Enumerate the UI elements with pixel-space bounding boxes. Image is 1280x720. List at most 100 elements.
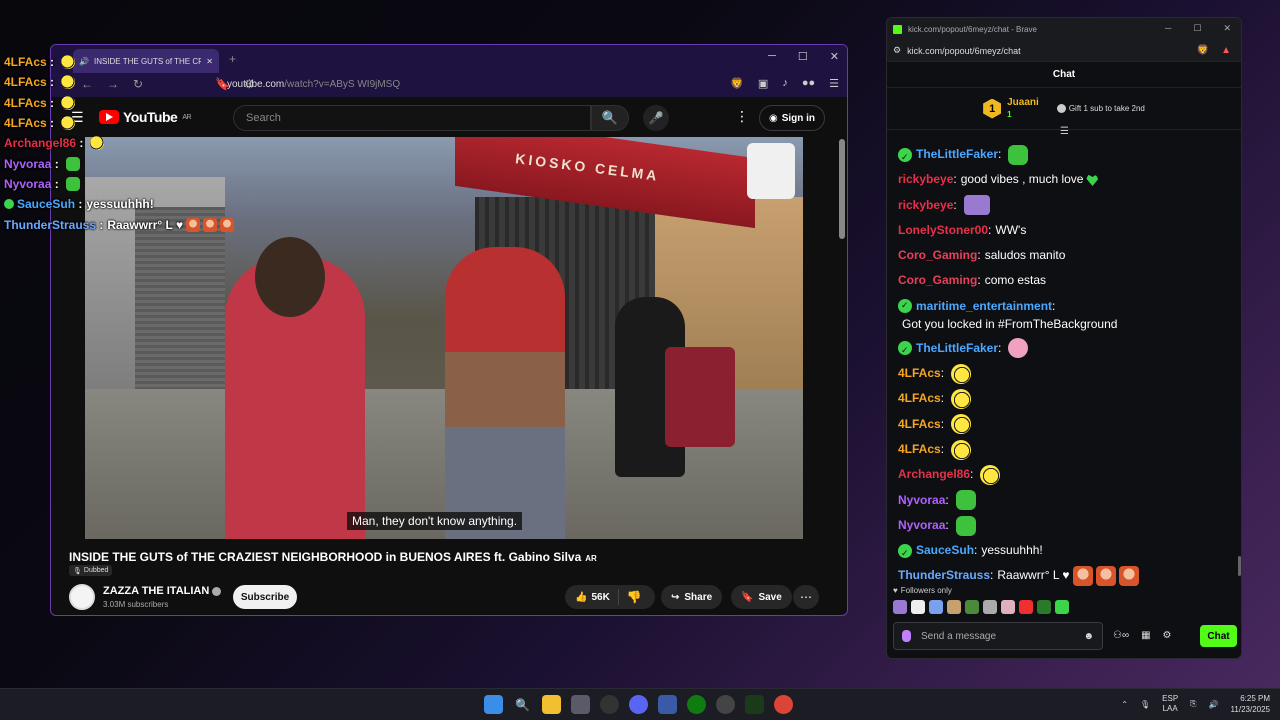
share-button[interactable]: ↪ Share: [661, 585, 723, 609]
obs-icon[interactable]: [716, 695, 735, 714]
brave-rewards-icon[interactable]: ▲: [1221, 45, 1231, 56]
emote-icon[interactable]: [1055, 600, 1069, 614]
kick-url[interactable]: kick.com/popout/6meyz/chat: [907, 46, 1021, 56]
chat-scrollbar[interactable]: [1238, 556, 1241, 576]
more-actions-button[interactable]: ⋯: [793, 585, 819, 609]
emote-icon[interactable]: [911, 600, 925, 614]
chrome-icon[interactable]: [774, 695, 793, 714]
chat-username[interactable]: TheLittleFaker: [916, 142, 998, 167]
network-icon[interactable]: ⎘: [1190, 699, 1196, 709]
send-chat-button[interactable]: Chat: [1200, 625, 1237, 647]
settings-kebab-icon[interactable]: ⋮: [735, 108, 749, 125]
video-captions: Man, they don't know anything.: [347, 512, 523, 530]
brave-shield-icon[interactable]: 🦁: [1197, 45, 1209, 56]
store-icon[interactable]: ▦: [1141, 630, 1150, 641]
emote-icon[interactable]: [1001, 600, 1015, 614]
url-field[interactable]: youtube.com/watch?v=AByS WI9jMSQ: [227, 79, 400, 90]
kicks-icon[interactable]: ⚇∞: [1113, 630, 1129, 641]
chat-text: saludos manito: [985, 243, 1066, 268]
sign-in-button[interactable]: ◉ Sign in: [759, 105, 825, 131]
kick-close-icon[interactable]: ✕: [1223, 23, 1231, 34]
music-icon[interactable]: ♪: [782, 77, 788, 90]
language-indicator[interactable]: ESP LAA: [1162, 694, 1178, 714]
emoji-picker-icon[interactable]: ☻: [1083, 631, 1094, 642]
subscribe-button[interactable]: Subscribe: [233, 585, 297, 609]
kick-logo-icon: [893, 24, 902, 34]
chat-username[interactable]: maritime_entertainment: [916, 297, 1052, 315]
message-input[interactable]: Send a message ☻: [893, 622, 1103, 650]
nvidia-icon[interactable]: [745, 695, 764, 714]
emote-icon[interactable]: [1037, 600, 1051, 614]
chat-text-content: saludos manito: [984, 248, 1066, 263]
chat-username[interactable]: SauceSuh: [916, 538, 974, 563]
gift-cta-text: Gift 1 sub to take 2nd: [1068, 104, 1145, 113]
dislike-button[interactable]: 👎: [619, 590, 650, 604]
channel-avatar[interactable]: [69, 584, 95, 610]
minimize-icon[interactable]: ─: [768, 50, 776, 63]
site-info-icon[interactable]: ⚙: [893, 45, 901, 56]
close-window-icon[interactable]: ✕: [830, 50, 839, 63]
kick-maximize-icon[interactable]: ☐: [1193, 23, 1201, 34]
channel-name[interactable]: ZAZZA THE ITALIAN: [103, 585, 222, 597]
steam-icon[interactable]: [600, 695, 619, 714]
chat-username[interactable]: 4LFAcs: [898, 361, 941, 386]
chat-text-content: como estas: [984, 273, 1047, 288]
chat-username[interactable]: 4LFAcs: [898, 437, 941, 462]
clock[interactable]: 6:25 PM 11/23/2025: [1231, 693, 1270, 715]
chat-message: 4LFAcs:: [898, 412, 1237, 437]
chevron-up-icon[interactable]: ⌃: [1121, 700, 1128, 709]
emote-icon[interactable]: [1019, 600, 1033, 614]
chat-text: WW's: [995, 218, 1026, 243]
thumbs-down-icon: 👎: [626, 590, 642, 604]
chat-username[interactable]: LonelyStoner00: [898, 218, 988, 243]
emote-icon[interactable]: [983, 600, 997, 614]
chat-username[interactable]: rickybeye: [898, 167, 953, 192]
green-emote-icon: [1008, 144, 1029, 165]
verified-badge-icon: [898, 145, 912, 170]
bee-emote-icon: [951, 439, 972, 460]
file-explorer-icon[interactable]: [542, 695, 561, 714]
chat-username[interactable]: Coro_Gaming: [898, 268, 977, 293]
extensions-icon[interactable]: ●●: [802, 77, 815, 90]
save-button[interactable]: 🔖 Save: [731, 585, 792, 609]
emote-icon[interactable]: [929, 600, 943, 614]
store-icon[interactable]: [571, 695, 590, 714]
search-icon[interactable]: 🔍: [513, 695, 532, 714]
chat-message: LonelyStoner00: WW's: [898, 218, 1237, 243]
chat-username[interactable]: 4LFAcs: [898, 386, 941, 411]
like-button[interactable]: 👍 56K: [565, 589, 619, 605]
chat-username[interactable]: Nyvoraa: [898, 513, 945, 538]
page-scrollbar[interactable]: [839, 137, 845, 615]
chat-username[interactable]: rickybeye: [898, 193, 953, 218]
gift-cta[interactable]: Gift 1 sub to take 2nd: [1056, 104, 1145, 113]
screenshot-icon[interactable]: ▣: [758, 77, 768, 90]
chat-username[interactable]: ThunderStrauss: [898, 563, 990, 588]
emote-lurk-icon[interactable]: [893, 600, 907, 614]
emote-icon[interactable]: [947, 600, 961, 614]
discord-icon[interactable]: [629, 695, 648, 714]
chat-username[interactable]: Nyvoraa: [898, 488, 945, 513]
green-emote-icon: [65, 156, 80, 171]
mic-tray-icon[interactable]: 🎙: [1140, 700, 1150, 709]
kick-minimize-icon[interactable]: ─: [1165, 23, 1171, 34]
voice-search-button[interactable]: 🎤: [643, 105, 669, 131]
xbox-icon[interactable]: [687, 695, 706, 714]
brave-icon[interactable]: [658, 695, 677, 714]
chat-username[interactable]: Coro_Gaming: [898, 243, 977, 268]
gift-leaderboard[interactable]: 1 Juaani 1 Gift 1 sub to take 2nd ☰: [887, 88, 1241, 137]
search-button[interactable]: 🔍: [591, 105, 629, 131]
brave-shield-icon[interactable]: 🦁: [730, 77, 744, 90]
menu-icon[interactable]: ☰: [829, 77, 839, 90]
start-icon[interactable]: [484, 695, 503, 714]
emote-icon[interactable]: [965, 600, 979, 614]
settings-icon[interactable]: ⚙: [1163, 630, 1172, 641]
search-input[interactable]: Search: [233, 105, 591, 131]
chat-username[interactable]: Archangel86: [898, 462, 970, 487]
volume-icon[interactable]: 🔊: [1209, 700, 1219, 709]
pinned-messages-icon[interactable]: ☰: [1060, 126, 1069, 137]
mic-icon[interactable]: [902, 630, 911, 642]
maximize-icon[interactable]: ☐: [798, 50, 808, 63]
channel-watermark: [747, 143, 795, 199]
chat-username[interactable]: TheLittleFaker: [916, 336, 998, 361]
chat-username[interactable]: 4LFAcs: [898, 412, 941, 437]
